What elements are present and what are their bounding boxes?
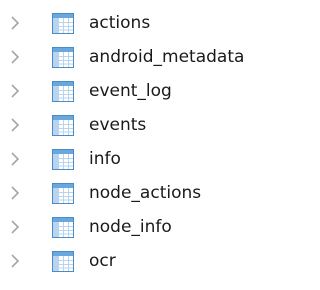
tree-item-label: node_info [89,217,172,237]
table-icon [52,47,74,68]
tree-item-label: node_actions [89,183,202,203]
tree-item-node-actions[interactable]: node_actions [0,178,271,208]
table-icon [52,13,74,34]
chevron-right-icon[interactable] [9,49,21,65]
tree-item-ocr[interactable]: ocr [0,246,271,276]
chevron-right-icon[interactable] [9,219,21,235]
tree-item-label: ocr [89,251,116,271]
tree-item-label: actions [89,13,151,33]
tree-item-label: events [89,115,147,135]
tree-item-event-log[interactable]: event_log [0,76,271,106]
tree-item-actions[interactable]: actions [0,8,271,38]
tree-item-android-metadata[interactable]: android_metadata [0,42,271,72]
chevron-right-icon[interactable] [9,185,21,201]
table-icon [52,217,74,238]
table-icon [52,115,74,136]
table-icon [52,149,74,170]
tree-item-info[interactable]: info [0,144,271,174]
chevron-right-icon[interactable] [9,117,21,133]
table-icon [52,81,74,102]
tree-item-label: android_metadata [89,47,245,67]
table-icon [52,251,74,272]
chevron-right-icon[interactable] [9,151,21,167]
tree-item-node-info[interactable]: node_info [0,212,271,242]
chevron-right-icon[interactable] [9,15,21,31]
tree-item-label: event_log [89,81,172,101]
tree-item-label: info [89,149,121,169]
tree-item-events[interactable]: events [0,110,271,140]
table-icon [52,183,74,204]
table-tree: actions android_metadata event_log event… [0,0,271,290]
chevron-right-icon[interactable] [9,253,21,269]
chevron-right-icon[interactable] [9,83,21,99]
